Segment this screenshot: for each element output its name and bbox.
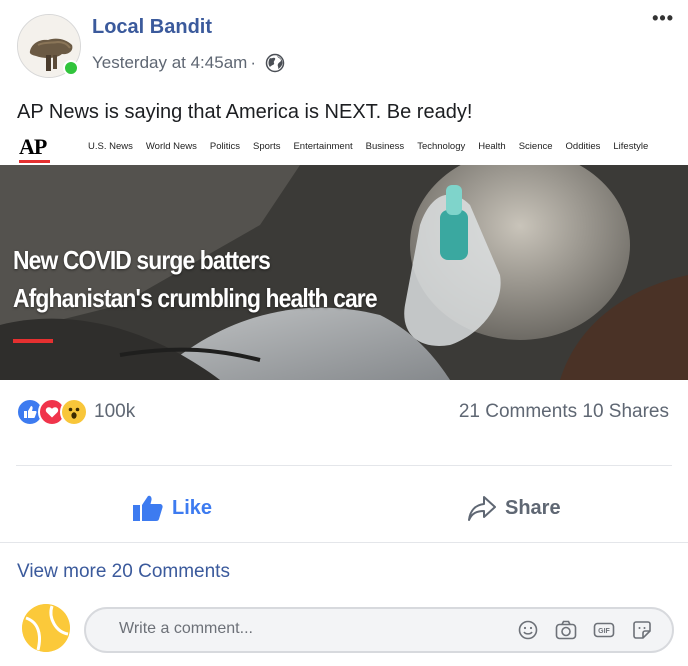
- headline-line-1: New COVID surge batters: [13, 245, 271, 275]
- ap-nav-item: Oddities: [565, 141, 601, 152]
- shared-article[interactable]: AP U.S. News World News Politics Sports …: [0, 130, 688, 380]
- online-status-dot: [63, 60, 79, 76]
- ap-nav-item: Sports: [253, 141, 281, 152]
- author-name[interactable]: Local Bandit: [92, 16, 212, 39]
- ap-logo-underline: [19, 160, 50, 163]
- divider: [16, 465, 672, 466]
- article-headline: New COVID surge batters Afghanistan's cr…: [13, 241, 378, 317]
- ap-nav-item: Business: [365, 141, 405, 152]
- ap-nav-bar: AP U.S. News World News Politics Sports …: [0, 130, 688, 165]
- wow-reaction-icon: [60, 398, 88, 426]
- sticker-icon[interactable]: [630, 618, 654, 642]
- globe-icon[interactable]: [265, 53, 285, 73]
- ap-nav-item: U.S. News: [88, 141, 133, 152]
- comment-box[interactable]: GIF: [84, 607, 674, 653]
- article-hero-image: New COVID surge batters Afghanistan's cr…: [0, 150, 688, 380]
- ap-nav-item: Lifestyle: [613, 141, 649, 152]
- thumbs-up-icon: [133, 495, 163, 521]
- share-button-label: Share: [505, 496, 561, 519]
- camera-icon[interactable]: [554, 618, 578, 642]
- like-button[interactable]: Like: [132, 494, 212, 522]
- ap-nav-item: Technology: [417, 141, 466, 152]
- ap-nav-items: U.S. News World News Politics Sports Ent…: [88, 141, 648, 152]
- ap-nav-item: Science: [518, 141, 553, 152]
- svg-text:GIF: GIF: [598, 628, 610, 635]
- gif-icon[interactable]: GIF: [592, 618, 616, 642]
- headline-accent-bar: [13, 339, 53, 343]
- comment-input[interactable]: [119, 620, 499, 638]
- view-more-comments-link[interactable]: View more 20 Comments: [17, 561, 230, 583]
- ap-logo: AP: [19, 134, 47, 159]
- ap-nav-item: Politics: [209, 141, 240, 152]
- headline-line-2: Afghanistan's crumbling health care: [13, 283, 378, 313]
- like-button-label: Like: [172, 496, 213, 519]
- ap-nav-item: Entertainment: [293, 141, 353, 152]
- reactions-summary[interactable]: 100k: [16, 398, 135, 426]
- post-text: AP News is saying that America is NEXT. …: [17, 101, 473, 123]
- emoji-icon[interactable]: [516, 618, 540, 642]
- divider: [0, 542, 688, 543]
- ap-nav-item: Health: [478, 141, 506, 152]
- meta-separator: ·: [250, 53, 256, 72]
- comment-input-icons: GIF: [516, 618, 654, 642]
- comments-shares-count[interactable]: 21 Comments 10 Shares: [459, 401, 669, 423]
- more-options-button[interactable]: •••: [652, 8, 674, 29]
- commenter-avatar[interactable]: [22, 604, 70, 652]
- ap-nav-item: World News: [145, 141, 197, 152]
- post-timestamp[interactable]: Yesterday at 4:45am: [92, 53, 247, 73]
- reaction-count: 100k: [94, 401, 136, 422]
- post-meta: Yesterday at 4:45am ·: [92, 53, 285, 73]
- share-arrow-icon: [468, 496, 496, 521]
- share-button[interactable]: Share: [467, 494, 561, 522]
- tennis-ball-icon: [22, 604, 70, 652]
- post-header: Local Bandit Yesterday at 4:45am · •••: [17, 8, 677, 80]
